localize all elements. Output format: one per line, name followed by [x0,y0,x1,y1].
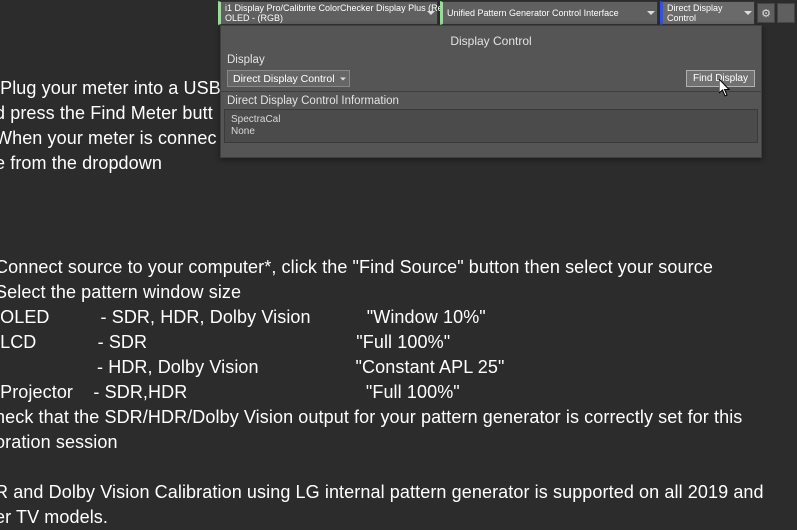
background-instructions-2: Connect source to your computer*, click … [0,255,764,530]
tab-display-control[interactable]: Direct Display Control [660,1,755,25]
more-button[interactable] [777,3,795,23]
chevron-down-icon [744,11,752,15]
panel-info-heading: Direct Display Control Information [221,92,761,108]
display-info-block: SpectraCal None [224,109,758,143]
display-info-model: None [231,126,751,138]
display-mode-combo[interactable]: Direct Display Control [227,70,350,87]
tab-pattern-generator[interactable]: Unified Pattern Generator Control Interf… [440,1,658,25]
panel-row-display-select: Direct Display Control Find Display [221,68,761,92]
display-mode-value: Direct Display Control [233,73,335,85]
tab-pattern-label: Unified Pattern Generator Control Interf… [447,8,619,18]
panel-title: Display Control [221,26,761,48]
tab-display-label: Direct Display Control [667,3,742,23]
chevron-down-icon [340,77,346,80]
panel-section-display-label: Display [221,48,761,68]
display-info-manufacturer: SpectraCal [231,114,751,126]
top-toolbar: i1 Display Pro/Calibrite ColorChecker Di… [218,1,795,25]
chevron-down-icon [427,11,435,15]
tab-meter[interactable]: i1 Display Pro/Calibrite ColorChecker Di… [218,1,438,25]
find-display-button[interactable]: Find Display [686,70,755,87]
display-control-panel: Display Control Display Direct Display C… [220,25,762,158]
background-instructions-1: Plug your meter into a USB d press the F… [0,76,226,176]
gear-icon: ⚙ [761,7,771,20]
chevron-down-icon [647,11,655,15]
tab-meter-label: i1 Display Pro/Calibrite ColorChecker Di… [225,3,457,23]
settings-button[interactable]: ⚙ [757,3,775,23]
